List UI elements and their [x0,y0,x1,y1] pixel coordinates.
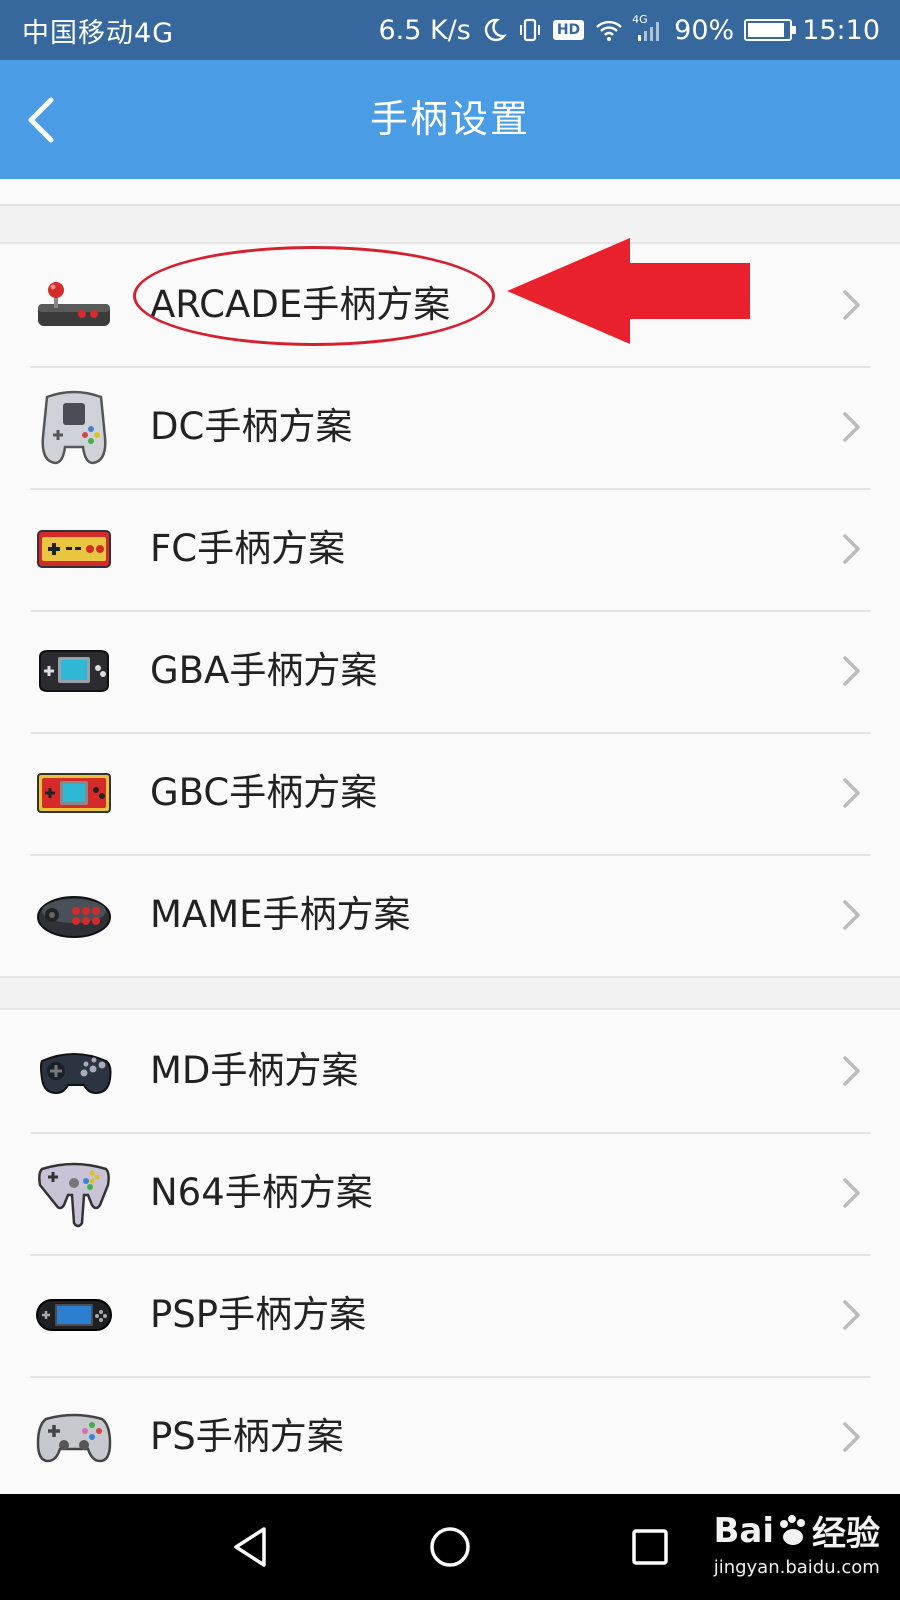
cell-signal-icon: 4G [632,13,664,43]
controller-group-1: ARCADE手柄方案 DC手柄方案 FC手柄方案 GBA手柄方案 GBC手柄方案… [0,242,900,978]
hd-badge: HD [552,20,585,40]
navigation-bar: Bai 经验 jingyan.baidu.com [0,1494,900,1600]
list-item-label: MAME手柄方案 [150,893,411,936]
baidu-watermark: Bai 经验 jingyan.baidu.com [713,1506,880,1579]
app-bar: 手柄设置 [0,60,900,179]
list-item-md[interactable]: MD手柄方案 [0,1010,900,1132]
wifi-icon [594,18,624,42]
list-item-label: DC手柄方案 [150,405,353,448]
back-button[interactable] [16,92,66,148]
list-item-gbc[interactable]: GBC手柄方案 [0,732,900,854]
list-item-label: ARCADE手柄方案 [150,283,451,326]
paw-icon [780,1514,805,1545]
chevron-right-icon [843,778,860,808]
list-item-gba[interactable]: GBA手柄方案 [0,610,900,732]
page-title: 手柄设置 [369,97,530,141]
chevron-right-icon [843,412,860,442]
carrier-label: 中国移动4G [22,17,175,49]
clock: 15:10 [802,14,880,46]
list-item-label: GBA手柄方案 [150,649,378,692]
list-item-label: GBC手柄方案 [150,771,378,814]
chevron-right-icon [843,290,860,320]
triangle-back-icon [234,1527,266,1567]
list-item-dc[interactable]: DC手柄方案 [0,366,900,488]
battery-percent: 90% [674,14,735,46]
top-spacer [0,179,900,206]
vibrate-icon [517,17,543,43]
megadrive-controller-icon [34,1031,114,1111]
list-item-ps[interactable]: PS手柄方案 [0,1376,900,1498]
mame-pad-icon [34,875,114,955]
chevron-right-icon [843,1300,860,1330]
chevron-right-icon [843,900,860,930]
nav-home-button[interactable] [425,1522,475,1572]
chevron-right-icon [843,656,860,686]
chevron-left-icon [28,97,54,143]
battery-icon [744,19,797,41]
watermark-url: jingyan.baidu.com [713,1557,880,1578]
moon-icon [481,17,507,43]
square-recents-icon [632,1529,668,1565]
watermark-brand-prefix: Bai [713,1510,774,1551]
nav-recents-button[interactable] [625,1522,675,1572]
list-item-label: PSP手柄方案 [150,1293,367,1336]
chevron-right-icon [843,1422,860,1452]
list-item-mame[interactable]: MAME手柄方案 [0,854,900,976]
status-bar: 中国移动4G 6.5 K/s HD 4G 90% 15:10 [0,0,900,60]
controller-group-2: MD手柄方案 N64手柄方案 PSP手柄方案 PS手柄方案 [0,1008,900,1500]
gbc-console-icon [34,753,114,833]
famicom-controller-icon [34,509,114,589]
list-item-label: PS手柄方案 [150,1415,344,1458]
n64-controller-icon [34,1153,114,1233]
psp-console-icon [34,1275,114,1355]
list-item-n64[interactable]: N64手柄方案 [0,1132,900,1254]
network-speed: 6.5 K/s [378,14,471,46]
chevron-right-icon [843,534,860,564]
list-item-psp[interactable]: PSP手柄方案 [0,1254,900,1376]
circle-home-icon [430,1527,470,1567]
watermark-brand-suffix: 经验 [812,1514,880,1554]
gba-console-icon [34,631,114,711]
list-item-arcade[interactable]: ARCADE手柄方案 [0,244,900,366]
chevron-right-icon [843,1056,860,1086]
dreamcast-controller-icon [34,387,114,467]
list-item-fc[interactable]: FC手柄方案 [0,488,900,610]
ps-controller-icon [34,1397,114,1477]
list-item-label: N64手柄方案 [150,1171,373,1214]
list-item-label: FC手柄方案 [150,527,346,570]
arcade-joystick-icon [34,265,114,345]
chevron-right-icon [843,1178,860,1208]
list-item-label: MD手柄方案 [150,1049,359,1092]
nav-back-button[interactable] [225,1522,275,1572]
